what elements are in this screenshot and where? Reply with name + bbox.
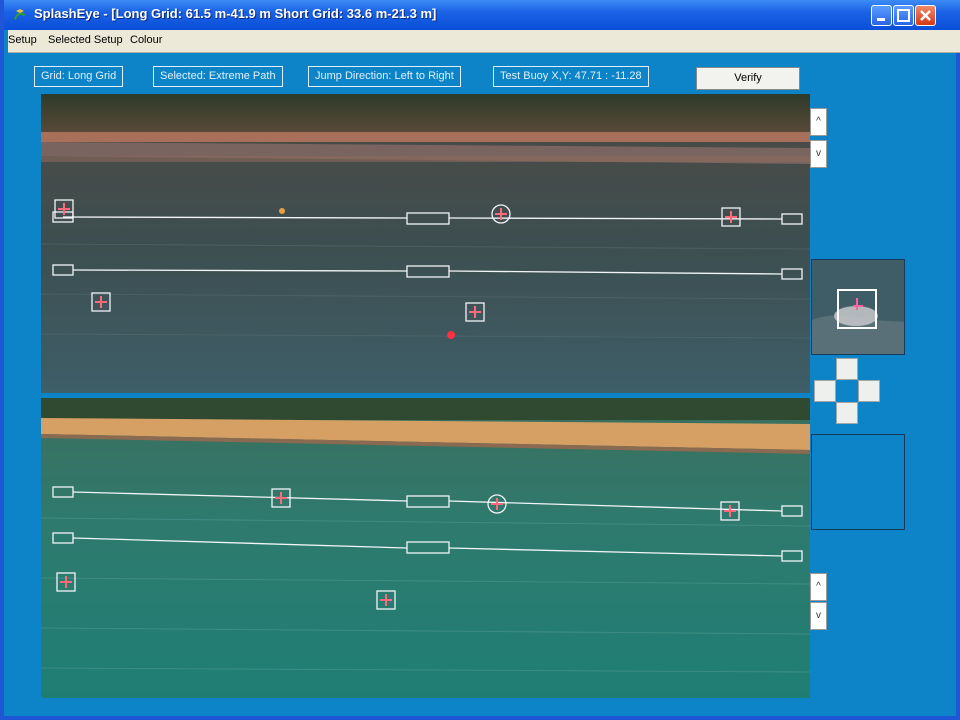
nudge-up-button[interactable] xyxy=(836,358,858,380)
app-window: SplashEye - [Long Grid: 61.5 m-41.9 m Sh… xyxy=(0,0,960,720)
maximize-button[interactable] xyxy=(893,5,914,26)
details-panel xyxy=(811,434,905,530)
direction-pad xyxy=(814,358,880,424)
nudge-left-button[interactable] xyxy=(814,380,836,402)
nudge-down-button[interactable] xyxy=(836,402,858,424)
close-button[interactable] xyxy=(915,5,936,26)
selected-indicator: Selected: Extreme Path xyxy=(153,66,283,87)
verify-button[interactable]: Verify xyxy=(696,67,800,90)
title-bar[interactable]: SplashEye - [Long Grid: 61.5 m-41.9 m Sh… xyxy=(4,0,960,30)
nudge-right-button[interactable] xyxy=(858,380,880,402)
scroll-down-button[interactable]: v xyxy=(810,140,827,168)
camera-view-2[interactable] xyxy=(41,398,810,698)
float-point xyxy=(447,331,455,339)
menu-colour[interactable]: Colour xyxy=(130,34,162,46)
camera-image-1 xyxy=(41,94,810,393)
minimize-icon xyxy=(877,18,885,21)
grid-indicator: Grid: Long Grid xyxy=(34,66,124,87)
scroll-down-button[interactable]: v xyxy=(810,602,827,630)
minimize-button[interactable] xyxy=(871,5,892,26)
zoom-preview xyxy=(811,259,905,355)
window-title: SplashEye - [Long Grid: 61.5 m-41.9 m Sh… xyxy=(34,6,437,21)
menu-setup[interactable]: Setup xyxy=(8,34,37,46)
close-icon xyxy=(920,10,931,21)
float-point xyxy=(279,208,285,214)
camera-image-2 xyxy=(41,398,810,698)
scroll-up-button[interactable]: ^ xyxy=(810,108,827,136)
jump-direction-indicator: Jump Direction: Left to Right xyxy=(308,66,461,87)
menu-bar: Setup Selected Setup Colour xyxy=(8,30,960,53)
camera-view-1[interactable] xyxy=(41,94,810,393)
test-buoy-indicator: Test Buoy X,Y: 47.71 : -11.28 xyxy=(493,66,649,87)
splasheye-logo-icon xyxy=(14,9,26,20)
menu-selected-setup[interactable]: Selected Setup xyxy=(48,34,123,46)
maximize-icon xyxy=(897,9,910,22)
scroll-up-button[interactable]: ^ xyxy=(810,573,827,601)
